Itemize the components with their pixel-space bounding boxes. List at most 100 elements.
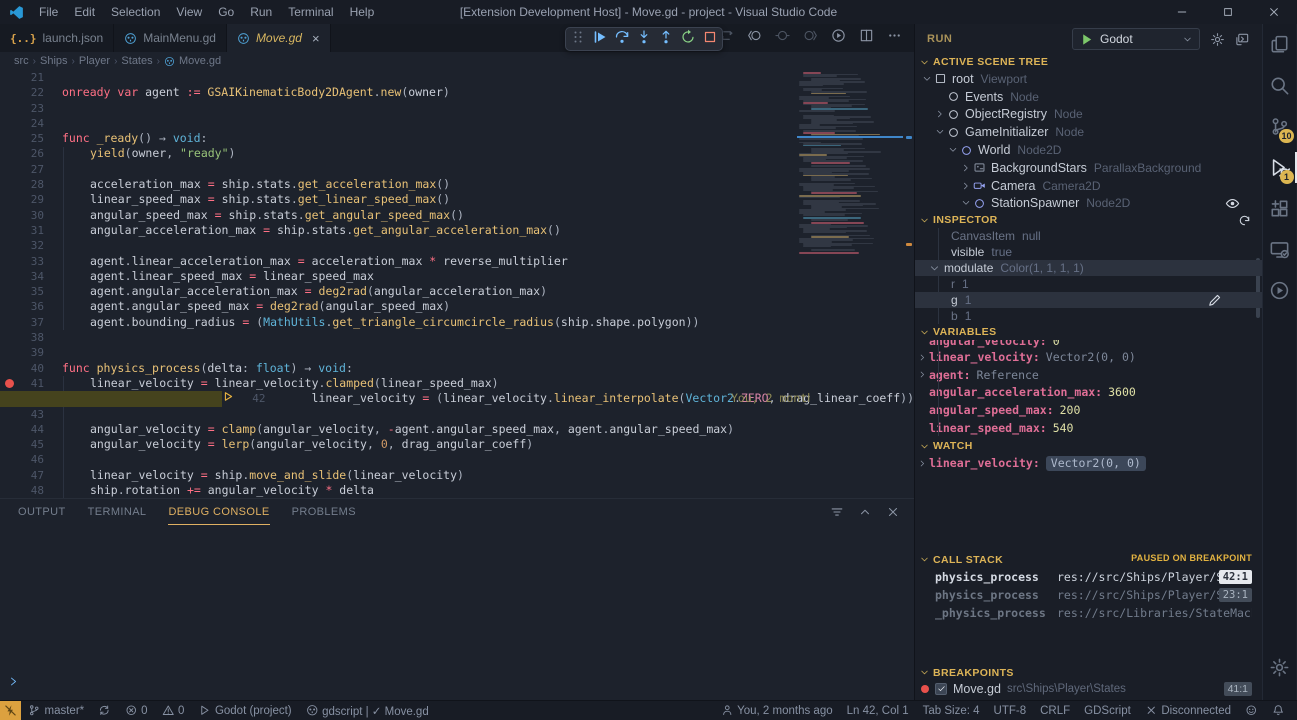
status-item-0[interactable]: 0 [118,701,155,720]
inspector-row-visible[interactable]: visibletrue [915,244,1262,260]
tree-row-stationspawner[interactable]: StationSpawnerNode2D [915,195,1262,213]
editor-action-reverse-dot-button[interactable] [775,28,790,48]
debug-settings-gear-icon[interactable] [1210,32,1225,47]
variable-row[interactable]: angular_speed_max:200 [915,401,1262,419]
status-item-sync[interactable] [91,701,118,720]
variable-row[interactable]: angular_acceleration_max:3600 [915,384,1262,402]
breakpoint-gutter[interactable] [0,162,18,177]
breakpoint-gutter[interactable] [0,70,18,85]
debug-step-out-button[interactable] [658,29,674,50]
menu-run[interactable]: Run [243,3,279,21]
inspector-row-r[interactable]: r1 [915,276,1262,292]
breakpoint-gutter[interactable] [0,483,18,498]
breakpoint-gutter[interactable] [0,361,18,376]
status-item-gdscript-move-gd[interactable]: gdscript | ✓ Move.gd [299,701,436,720]
breakpoint-gutter[interactable] [0,376,18,391]
code-line[interactable]: 47linear_velocity = ship.move_and_slide(… [0,468,914,483]
status-item-disconnected[interactable]: Disconnected [1138,701,1238,720]
tree-row-objectregistry[interactable]: ObjectRegistryNode [915,106,1262,124]
tree-row-camera[interactable]: CameraCamera2D [915,177,1262,195]
debug-stop-button[interactable] [702,29,718,50]
debug-continue-button[interactable] [592,29,608,50]
breakpoint-gutter[interactable] [0,177,18,192]
code-line[interactable]: 24 [0,116,914,131]
breakpoint-gutter[interactable] [0,422,18,437]
tab-mainmenu-gd[interactable]: MainMenu.gd [114,24,227,52]
visibility-eye-icon[interactable] [1225,196,1240,211]
section-header-variables[interactable]: VARIABLES [915,324,1262,340]
section-header-call-stack[interactable]: CALL STACK PAUSED ON BREAKPOINT [915,552,1262,568]
breadcrumb-file[interactable]: Move.gd [179,55,221,67]
variable-row[interactable]: linear_velocity:Vector2(0, 0) [915,454,1262,472]
status-item-you-2-months-ago[interactable]: You, 2 months ago [714,701,840,720]
chevron-down-icon[interactable] [921,74,933,84]
chevron-right-icon[interactable] [915,459,929,468]
status-item-feedback[interactable] [1238,701,1265,720]
code-line[interactable]: 25func _ready() → void: [0,131,914,146]
code-line[interactable]: 45angular_velocity = lerp(angular_veloci… [0,437,914,452]
breadcrumb-item[interactable]: src [14,55,29,67]
code-line[interactable]: 21 [0,70,914,85]
status-item-gdscript[interactable]: GDScript [1077,701,1138,720]
breakpoint-gutter[interactable] [0,330,18,345]
panel-tab-output[interactable]: OUTPUT [18,499,66,525]
code-line[interactable]: 34agent.linear_speed_max = linear_speed_… [0,269,914,284]
breakpoint-gutter[interactable] [0,452,18,467]
inspector-row-b[interactable]: b1 [915,308,1262,324]
status-item-utf-8[interactable]: UTF-8 [987,701,1034,720]
call-stack-frame[interactable]: physics_processres://src/Ships/Player/St… [915,568,1262,586]
tab-launch-json[interactable]: {..}launch.json [0,24,114,52]
breadcrumb-item[interactable]: Ships [40,55,68,67]
breakpoint-gutter[interactable] [0,192,18,207]
tree-row-world[interactable]: WorldNode2D [915,141,1262,159]
breadcrumb-item[interactable]: Player [79,55,110,67]
refresh-icon[interactable] [1237,213,1252,228]
panel-tab-debug-console[interactable]: DEBUG CONSOLE [168,499,269,525]
breakpoint-gutter[interactable] [0,238,18,253]
debug-step-over-button[interactable] [614,29,630,50]
editor-action-split-button[interactable] [859,28,874,48]
minimap[interactable] [797,70,903,498]
inspector-row-modulate[interactable]: modulateColor(1, 1, 1, 1) [915,260,1262,276]
breakpoint-checkbox[interactable] [935,683,947,695]
code-line[interactable]: 31angular_acceleration_max = ship.stats.… [0,223,914,238]
breakpoint-dot-icon[interactable] [5,379,14,388]
section-header-scene-tree[interactable]: ACTIVE SCENE TREE [915,54,1262,70]
start-debug-icon[interactable] [1079,32,1094,47]
chevron-right-icon[interactable] [934,109,946,119]
launch-config-dropdown[interactable]: Godot [1072,28,1200,50]
activity-item-debug[interactable]: 1 [1263,147,1297,188]
code-line[interactable]: 22onready var agent := GSAIKinematicBody… [0,85,914,100]
menu-edit[interactable]: Edit [67,3,102,21]
menu-view[interactable]: View [169,3,209,21]
code-line[interactable]: 23 [0,101,914,116]
breakpoint-gutter[interactable] [0,116,18,131]
activity-item-search[interactable] [1263,65,1297,106]
inspector-row-g[interactable]: g1 [915,292,1262,308]
chevron-down-icon[interactable] [960,198,972,208]
status-item-ln-42-col-1[interactable]: Ln 42, Col 1 [840,701,916,720]
code-line[interactable]: 27 [0,162,914,177]
variable-row[interactable]: linear_speed_max:540 [915,419,1262,437]
breakpoint-gutter[interactable] [0,269,18,284]
breakpoint-gutter[interactable] [0,208,18,223]
code-line[interactable]: 37agent.bounding_radius = (MathUtils.get… [0,315,914,330]
breadcrumb[interactable]: src›Ships›Player›States›Move.gd [0,52,914,70]
tab-move-gd[interactable]: Move.gd× [227,24,331,52]
close-panel-icon[interactable] [886,505,900,519]
breakpoint-gutter[interactable] [0,85,18,100]
breakpoint-gutter[interactable] [0,315,18,330]
status-item-0[interactable]: 0 [155,701,192,720]
code-line[interactable]: 26yield(owner, "ready") [0,146,914,161]
menu-go[interactable]: Go [211,3,241,21]
variable-row[interactable]: agent:Reference [915,366,1262,384]
chevron-down-icon[interactable] [947,145,959,155]
status-item-master-[interactable]: master* [21,701,91,720]
breakpoint-gutter[interactable] [0,345,18,360]
breakpoint-gutter[interactable] [222,391,240,406]
debug-console-prompt[interactable] [8,674,19,692]
status-item-crlf[interactable]: CRLF [1033,701,1077,720]
breakpoint-gutter[interactable] [0,254,18,269]
activity-item-monitor[interactable] [1263,229,1297,270]
breakpoint-gutter[interactable] [0,131,18,146]
